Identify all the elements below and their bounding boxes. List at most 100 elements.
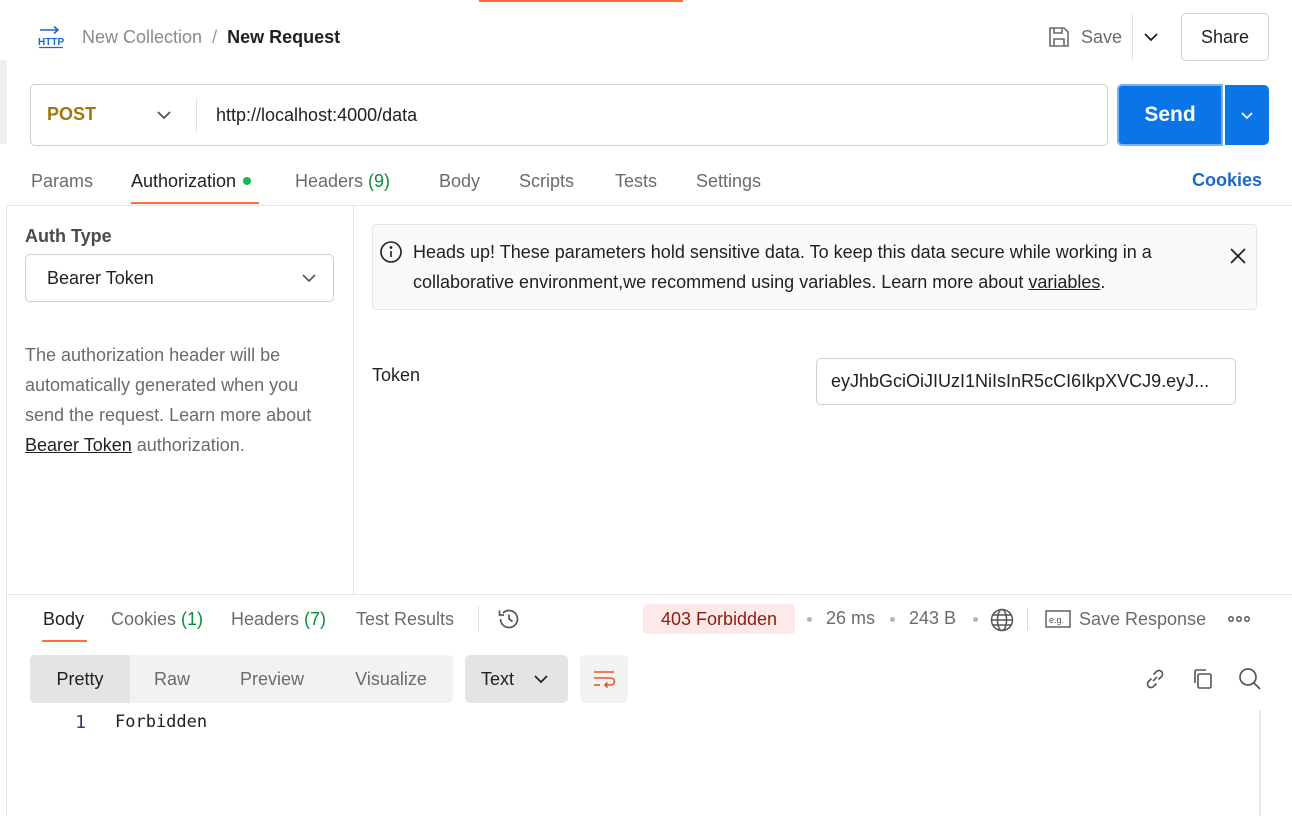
view-preview-button[interactable]: Preview	[214, 655, 330, 703]
variables-link[interactable]: variables	[1028, 272, 1100, 292]
tab-scripts-label: Scripts	[519, 170, 575, 191]
tab-headers-count: (9)	[368, 170, 391, 191]
response-tab-headers[interactable]: Headers (7)	[231, 608, 326, 630]
format-select[interactable]: Text	[465, 655, 568, 703]
view-visualize-button[interactable]: Visualize	[330, 655, 452, 703]
cookies-link[interactable]: Cookies	[1192, 170, 1262, 191]
tab-params-label: Params	[31, 170, 94, 191]
breadcrumb-collection[interactable]: New Collection	[82, 27, 202, 48]
response-divider	[7, 594, 1292, 595]
response-tab-cookies-count: (1)	[181, 608, 204, 629]
tab-tests[interactable]: Tests	[615, 170, 657, 192]
svg-text:e.g.: e.g.	[1049, 615, 1064, 625]
breadcrumb-separator: /	[212, 26, 218, 47]
left-rule	[6, 205, 7, 816]
alert-message: Heads up! These parameters hold sensitiv…	[413, 237, 1213, 297]
response-tab-test-results-label: Test Results	[356, 608, 455, 629]
save-response-label: Save Response	[1079, 608, 1207, 629]
bearer-token-link[interactable]: Bearer Token	[25, 435, 132, 455]
tab-headers-label: Headers	[295, 170, 364, 191]
close-icon[interactable]	[1227, 245, 1249, 267]
tab-tests-label: Tests	[615, 170, 658, 191]
save-divider	[1132, 13, 1133, 61]
response-tab-headers-count: (7)	[304, 608, 327, 629]
line-number: 1	[75, 712, 86, 733]
svg-text:HTTP: HTTP	[38, 37, 64, 48]
share-button[interactable]: Share	[1181, 13, 1269, 61]
chevron-down-icon[interactable]	[154, 105, 174, 125]
tab-body-label: Body	[439, 170, 481, 191]
auth-description-text: The authorization header will be automat…	[25, 345, 312, 425]
status-badge[interactable]: 403 Forbidden	[643, 604, 795, 634]
meta-separator-dot	[890, 617, 895, 622]
tabs-divider	[7, 205, 1292, 206]
chevron-down-icon	[1241, 112, 1253, 120]
history-icon[interactable]	[496, 606, 522, 632]
meta-separator-dot	[973, 617, 978, 622]
link-icon[interactable]	[1142, 666, 1168, 692]
send-options-button[interactable]	[1225, 85, 1269, 145]
auth-type-value: Bearer Token	[47, 267, 154, 288]
more-horizontal-icon[interactable]	[1227, 608, 1251, 630]
breadcrumb: New Collection / New Request	[82, 26, 340, 48]
save-button[interactable]: Save	[1045, 22, 1131, 52]
token-label: Token	[372, 365, 421, 385]
token-value: eyJhbGciOiJIUzI1NiIsInR5cCI6IkpXVCJ9.eyJ…	[831, 371, 1210, 391]
meta-separator-dot	[807, 617, 812, 622]
tab-settings-label: Settings	[696, 170, 762, 191]
auth-description: The authorization header will be automat…	[25, 340, 340, 460]
response-tab-body-label: Body	[43, 608, 85, 629]
response-tabs-separator	[478, 606, 479, 632]
response-tab-body[interactable]: Body	[43, 608, 84, 630]
globe-icon[interactable]	[989, 607, 1015, 633]
auth-type-label: Auth Type	[25, 226, 112, 246]
scrollbar[interactable]	[1259, 710, 1261, 816]
auth-type-select[interactable]: Bearer Token	[25, 254, 334, 302]
url-input[interactable]	[200, 92, 1080, 138]
wrap-lines-button[interactable]	[580, 655, 628, 703]
meta-divider	[1027, 608, 1028, 630]
send-button[interactable]: Send	[1117, 84, 1223, 146]
left-edge	[0, 60, 7, 144]
info-circle-icon	[379, 240, 403, 264]
method-divider	[196, 98, 197, 132]
chevron-down-icon	[531, 669, 551, 689]
tab-settings[interactable]: Settings	[696, 170, 761, 192]
response-active-tab-indicator	[42, 640, 87, 642]
http-icon: HTTP	[37, 25, 65, 49]
top-accent-bar	[479, 0, 683, 2]
save-label: Save	[1081, 26, 1123, 47]
chevron-down-icon[interactable]	[1140, 27, 1162, 47]
auth-description-suffix: authorization.	[131, 435, 245, 455]
response-size[interactable]: 243 B	[909, 608, 956, 629]
response-body-line[interactable]: Forbidden	[115, 712, 207, 732]
tab-authorization-label: Authorization	[131, 170, 237, 191]
tab-body[interactable]: Body	[439, 170, 480, 192]
format-value: Text	[481, 668, 515, 689]
copy-icon[interactable]	[1190, 666, 1216, 692]
token-field[interactable]: eyJhbGciOiJIUzI1NiIsInR5cCI6IkpXVCJ9.eyJ…	[816, 358, 1236, 405]
tab-headers[interactable]: Headers (9)	[295, 170, 390, 192]
status-dot	[243, 177, 252, 185]
wrap-lines-icon	[594, 671, 616, 689]
view-pretty-button[interactable]: Pretty	[30, 655, 130, 703]
save-response-button[interactable]: e.g. Save Response	[1045, 606, 1206, 632]
chevron-down-icon	[299, 268, 319, 288]
pane-divider	[353, 206, 354, 594]
alert-message-end: .	[1100, 272, 1106, 292]
response-tab-headers-label: Headers	[231, 608, 300, 629]
example-icon: e.g.	[1045, 609, 1071, 629]
active-tab-indicator	[131, 202, 259, 204]
tab-authorization[interactable]: Authorization	[131, 170, 252, 192]
breadcrumb-request-name[interactable]: New Request	[227, 27, 340, 48]
floppy-disk-icon	[1047, 25, 1071, 49]
response-time[interactable]: 26 ms	[826, 608, 875, 629]
tab-scripts[interactable]: Scripts	[519, 170, 574, 192]
response-tab-test-results[interactable]: Test Results	[356, 608, 454, 630]
method-select[interactable]: POST	[47, 104, 96, 125]
view-raw-button[interactable]: Raw	[130, 655, 214, 703]
search-icon[interactable]	[1237, 666, 1263, 692]
tab-params[interactable]: Params	[31, 170, 93, 192]
response-tab-cookies[interactable]: Cookies (1)	[111, 608, 203, 630]
response-tab-cookies-label: Cookies	[111, 608, 177, 629]
